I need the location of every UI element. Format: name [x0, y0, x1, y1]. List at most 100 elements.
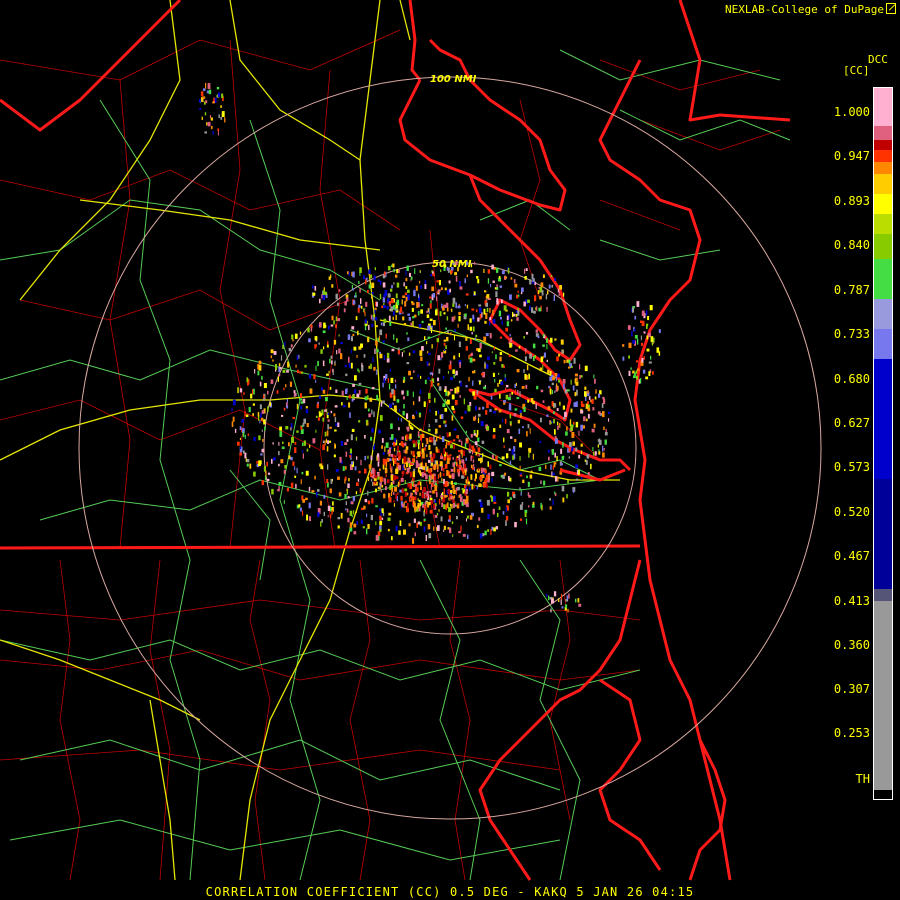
echo-pixel: [518, 428, 521, 435]
echo-pixel: [348, 402, 351, 408]
echo-pixel: [356, 355, 358, 358]
echo-pixel: [262, 438, 264, 442]
echo-pixel: [508, 476, 510, 481]
echo-pixel: [509, 497, 512, 500]
echo-pixel: [540, 356, 544, 363]
echo-pixel: [528, 452, 530, 458]
echo-pixel: [631, 331, 633, 337]
echo-pixel: [444, 264, 447, 268]
echo-pixel: [419, 389, 422, 394]
echo-pixel: [364, 498, 368, 503]
echo-pixel: [542, 400, 545, 403]
echo-pixel: [391, 348, 395, 352]
echo-pixel: [407, 483, 411, 488]
echo-pixel: [574, 392, 577, 397]
echo-pixel: [360, 298, 362, 304]
echo-pixel: [493, 501, 497, 504]
echo-pixel: [449, 454, 452, 457]
echo-pixel: [324, 409, 327, 412]
echo-pixel: [524, 276, 527, 280]
echo-pixel: [382, 296, 385, 303]
echo-pixel: [459, 493, 462, 496]
echo-pixel: [478, 407, 481, 410]
echo-pixel: [452, 534, 454, 537]
echo-pixel: [498, 310, 502, 317]
echo-pixel: [523, 301, 526, 307]
echo-pixel: [529, 279, 532, 285]
echo-pixel: [334, 444, 336, 448]
echo-pixel: [323, 494, 326, 499]
echo-pixel: [473, 395, 477, 400]
echo-pixel: [553, 591, 557, 597]
echo-pixel: [636, 338, 639, 345]
echo-pixel: [510, 277, 513, 280]
echo-pixel: [363, 505, 366, 510]
echo-pixel: [524, 268, 526, 274]
echo-pixel: [416, 522, 418, 528]
echo-pixel: [371, 467, 375, 474]
echo-pixel: [447, 442, 451, 446]
echo-pixel: [433, 526, 435, 531]
echo-pixel: [296, 430, 299, 433]
echo-pixel: [393, 405, 397, 410]
echo-pixel: [472, 380, 474, 386]
echo-pixel: [381, 438, 384, 443]
echo-pixel: [449, 475, 452, 478]
echo-pixel: [422, 452, 425, 459]
echo-pixel: [199, 99, 201, 103]
echo-pixel: [444, 287, 447, 291]
echo-pixel: [403, 449, 405, 454]
echo-pixel: [595, 389, 597, 394]
echo-pixel: [329, 358, 331, 364]
echo-pixel: [437, 474, 439, 479]
echo-pixel: [416, 456, 418, 459]
echo-pixel: [524, 356, 527, 362]
echo-pixel: [442, 376, 445, 380]
echo-pixel: [344, 479, 346, 484]
echo-pixel: [453, 495, 455, 498]
echo-pixel: [446, 452, 448, 456]
echo-pixel: [461, 469, 465, 473]
echo-pixel: [462, 533, 466, 537]
legend-label: 0.573: [833, 460, 870, 474]
echo-pixel: [405, 277, 408, 282]
echo-pixel: [202, 88, 206, 91]
echo-pixel: [359, 488, 362, 493]
echo-pixel: [279, 367, 282, 370]
echo-pixel: [200, 91, 204, 97]
echo-pixel: [284, 465, 287, 469]
echo-pixel: [253, 471, 256, 477]
echo-pixel: [290, 427, 292, 431]
echo-pixel: [535, 307, 537, 310]
echo-pixel: [562, 405, 565, 410]
echo-pixel: [590, 463, 592, 470]
echo-pixel: [258, 364, 262, 371]
echo-pixel: [202, 98, 204, 102]
echo-pixel: [508, 397, 511, 401]
echo-pixel: [323, 346, 325, 350]
echo-pixel: [396, 338, 398, 343]
echo-pixel: [301, 495, 304, 500]
echo-pixel: [395, 293, 398, 299]
echo-pixel: [451, 473, 455, 479]
echo-pixel: [566, 426, 568, 431]
legend-color-bar: [873, 87, 893, 800]
echo-pixel: [477, 454, 479, 457]
echo-pixel: [388, 447, 391, 454]
echo-pixel: [221, 111, 225, 117]
echo-pixel: [636, 375, 638, 380]
echo-pixel: [469, 326, 473, 331]
echo-pixel: [232, 416, 235, 422]
echo-pixel: [387, 517, 391, 521]
echo-pixel: [368, 365, 370, 369]
echo-pixel: [547, 290, 549, 295]
echo-pixel: [532, 343, 536, 349]
echo-pixel: [571, 446, 574, 452]
echo-pixel: [469, 402, 472, 406]
echo-pixel: [455, 487, 458, 491]
echo-pixel: [345, 501, 347, 506]
echo-pixel: [483, 308, 486, 315]
echo-pixel: [265, 470, 267, 477]
echo-pixel: [563, 383, 565, 390]
echo-pixel: [419, 492, 421, 496]
